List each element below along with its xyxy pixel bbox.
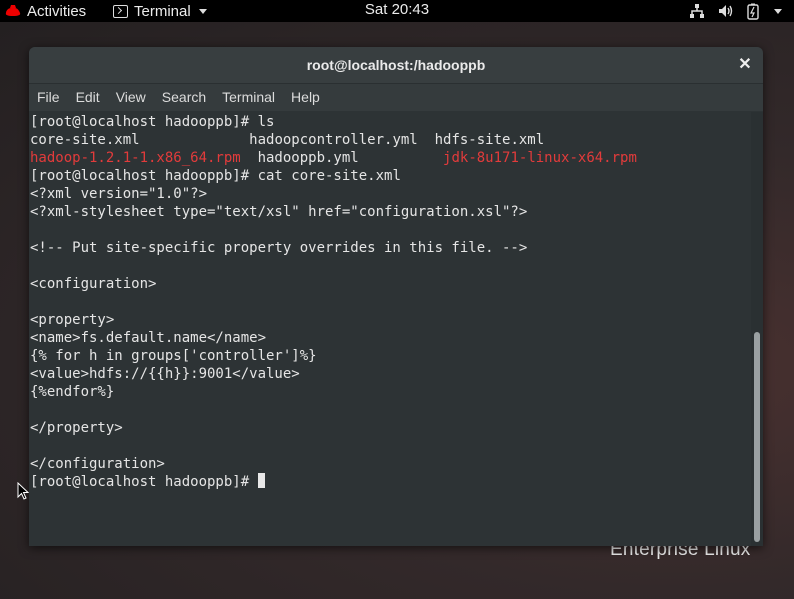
file-hadoopcontroller: hadoopcontroller.yml [249, 132, 418, 148]
redhat-logo-icon [5, 5, 21, 16]
text-cursor [257, 473, 265, 488]
output-line: </configuration> [30, 456, 165, 472]
network-icon [690, 4, 704, 18]
output-line: <name>fs.default.name</name> [30, 330, 267, 346]
output-line: <value>hdfs://{{h}}:9001</value> [30, 366, 300, 382]
file-hadoop-rpm: hadoop-1.2.1-1.x86_64.rpm [30, 150, 241, 166]
terminal-icon [113, 4, 128, 18]
window-title: root@localhost:/hadooppb [306, 57, 486, 73]
file-core-site: core-site.xml [30, 132, 140, 148]
menu-help[interactable]: Help [283, 84, 328, 111]
activities-label: Activities [27, 2, 87, 20]
top-bar: Activities Terminal Sat 20:43 [0, 0, 794, 22]
app-menu-button[interactable]: Terminal [113, 0, 207, 22]
menu-terminal[interactable]: Terminal [214, 84, 283, 111]
output-line: {% for h in groups['controller']%} [30, 348, 317, 364]
app-menu-label: Terminal [134, 2, 191, 20]
system-menu-icon [774, 8, 782, 14]
prompt: [root@localhost hadooppb]# [30, 114, 258, 130]
file-hdfs-site: hdfs-site.xml [434, 132, 545, 148]
activities-button[interactable]: Activities [4, 0, 86, 22]
system-tray[interactable] [689, 0, 782, 22]
menu-search[interactable]: Search [154, 84, 214, 111]
scrollbar-thumb[interactable] [754, 332, 760, 542]
output-line: </property> [30, 420, 123, 436]
output-line: {%endfor%} [30, 384, 115, 400]
output-line: <?xml version="1.0"?> [30, 186, 208, 202]
volume-icon [719, 5, 733, 17]
menu-edit[interactable]: Edit [68, 84, 108, 111]
file-hadooppb: hadooppb.yml [257, 150, 359, 166]
window-titlebar[interactable]: root@localhost:/hadooppb ✕ [29, 47, 763, 83]
output-line: <property> [30, 312, 115, 328]
scrollbar[interactable] [751, 112, 763, 546]
output-line: <configuration> [30, 276, 157, 292]
command-cat: cat core-site.xml [257, 168, 401, 184]
prompt: [root@localhost hadooppb]# [30, 168, 258, 184]
prompt: [root@localhost hadooppb]# [30, 474, 258, 490]
output-line: <?xml-stylesheet type="text/xsl" href="c… [30, 204, 528, 220]
menu-view[interactable]: View [108, 84, 154, 111]
mouse-pointer-icon [17, 482, 29, 500]
battery-icon [747, 3, 759, 20]
file-jdk-rpm: jdk-8u171-linux-x64.rpm [443, 150, 637, 166]
menu-file[interactable]: File [29, 84, 68, 111]
terminal-output[interactable]: [root@localhost hadooppb]# ls core-site.… [29, 112, 751, 546]
close-icon[interactable]: ✕ [737, 57, 753, 73]
chevron-down-icon [198, 8, 207, 14]
output-line: <!-- Put site-specific property override… [30, 240, 528, 256]
menu-bar: File Edit View Search Terminal Help [29, 83, 763, 111]
terminal-window[interactable]: root@localhost:/hadooppb ✕ File Edit Vie… [29, 47, 763, 546]
command-ls: ls [257, 114, 275, 130]
